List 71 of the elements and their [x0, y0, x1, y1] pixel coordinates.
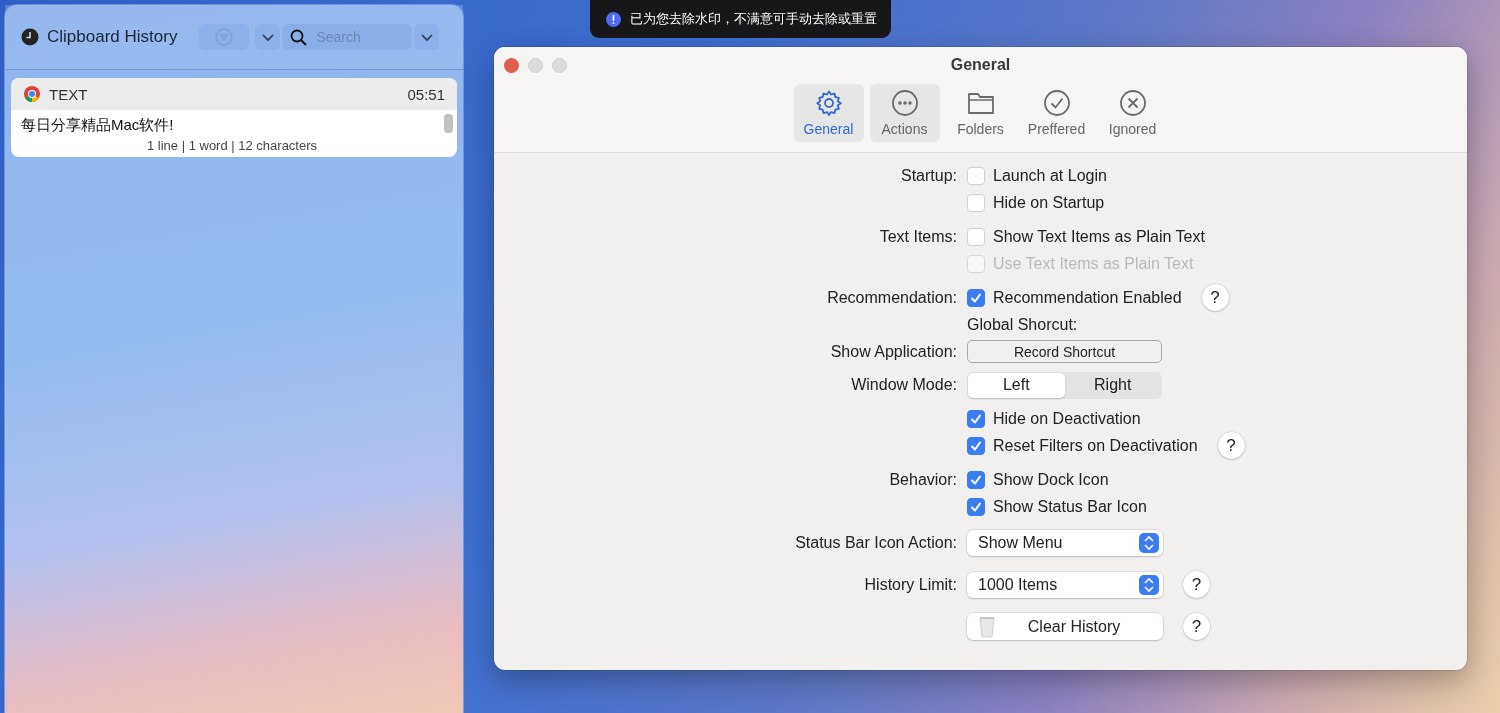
checkmark-icon [970, 439, 982, 452]
toolbar-tab[interactable]: Ignored [1097, 84, 1168, 142]
item-time: 05:51 [407, 85, 445, 103]
checkbox[interactable] [967, 227, 985, 246]
checkbox[interactable] [967, 166, 985, 185]
segmented-control[interactable]: Left Right [967, 371, 1162, 399]
checkbox[interactable] [967, 193, 985, 212]
settings-icon [814, 89, 843, 117]
app-icon [23, 85, 41, 103]
toolbar-tab[interactable]: Actions [869, 84, 940, 142]
setting-label: Behavior: [889, 470, 957, 489]
clock-icon [21, 28, 39, 46]
panel-title: Clipboard History [47, 27, 178, 47]
checkbox-option[interactable]: Reset Filters on Deactivation [967, 436, 1198, 455]
checkbox[interactable] [967, 470, 985, 489]
search-icon [290, 28, 308, 46]
toast-message: 已为您去除水印，不满意可手动去除或重置 [630, 10, 877, 28]
setting-label: Startup: [900, 166, 957, 185]
scrollbar-thumb[interactable] [444, 114, 453, 133]
checkmark-icon [970, 473, 982, 486]
checkmark-icon [970, 291, 982, 304]
popup-select[interactable]: 1000 Items [967, 571, 1163, 598]
setting-label: Recommendation: [827, 288, 957, 307]
setting-note: Global Shorcut: [967, 315, 1078, 334]
popup-select[interactable]: Show Menu [967, 529, 1163, 556]
checkbox[interactable] [967, 409, 985, 428]
checkmark-icon [970, 500, 982, 513]
checkbox[interactable] [967, 497, 985, 516]
checkbox-option[interactable]: Launch at Login [967, 166, 1107, 185]
checkbox-option[interactable]: Hide on Startup [967, 193, 1105, 212]
checkbox[interactable] [967, 288, 985, 307]
help-button[interactable]: ? [1217, 432, 1245, 459]
checkbox-option[interactable]: Hide on Deactivation [967, 409, 1141, 428]
window-title: General [950, 56, 1011, 75]
toolbar-tab[interactable]: General [793, 84, 864, 142]
checkbox-option[interactable]: Show Status Bar Icon [967, 497, 1147, 516]
stepper-icon [1139, 532, 1159, 553]
item-content: 每日分享精品Mac软件! [21, 116, 175, 135]
segment-option[interactable]: Left [968, 372, 1065, 398]
setting-label: Window Mode: [851, 376, 957, 394]
checkbox-option: Use Text Items as Plain Text [967, 254, 1194, 273]
setting-label: History Limit: [864, 575, 957, 594]
record-shortcut-button[interactable]: Record Shortcut [967, 340, 1162, 363]
item-type: TEXT [49, 85, 89, 103]
item-info: 1 line | 1 word | 12 characters [145, 138, 319, 153]
toolbar-tab[interactable]: Preffered [1021, 84, 1092, 142]
help-button[interactable]: ? [1183, 571, 1210, 598]
close-button[interactable] [504, 58, 519, 73]
segment-option[interactable]: Right [1064, 372, 1161, 398]
setting-label: Status Bar Icon Action: [795, 533, 957, 552]
clipboard-item-card[interactable]: TEXT 05:51 每日分享精品Mac软件! 1 line | 1 word | 12 characters [11, 78, 457, 157]
checkmark-icon [970, 412, 982, 425]
setting-label: Show Application: [830, 342, 957, 361]
checkbox-option[interactable]: Show Dock Icon [967, 470, 1109, 489]
dropdown-button[interactable] [414, 24, 440, 50]
checkbox[interactable] [967, 436, 985, 455]
alert-icon [606, 11, 621, 27]
clear-history-button[interactable]: Clear History [967, 613, 1163, 640]
dropdown-button[interactable] [255, 24, 281, 50]
checkbox-option[interactable]: Recommendation Enabled [967, 288, 1182, 307]
checkbox-option[interactable]: Show Text Items as Plain Text [967, 227, 1205, 246]
stepper-icon [1139, 574, 1159, 595]
help-button[interactable]: ? [1183, 613, 1210, 640]
ellipsis-circle-icon [890, 89, 919, 117]
close-circle-icon [1118, 89, 1147, 117]
checkmark-circle-icon [1042, 89, 1071, 117]
setting-label: Text Items: [879, 227, 957, 246]
help-button[interactable]: ? [1201, 284, 1229, 311]
toolbar-tab[interactable]: Folders [945, 84, 1016, 142]
trash-can-icon [979, 615, 995, 638]
filter-icon [215, 28, 234, 46]
